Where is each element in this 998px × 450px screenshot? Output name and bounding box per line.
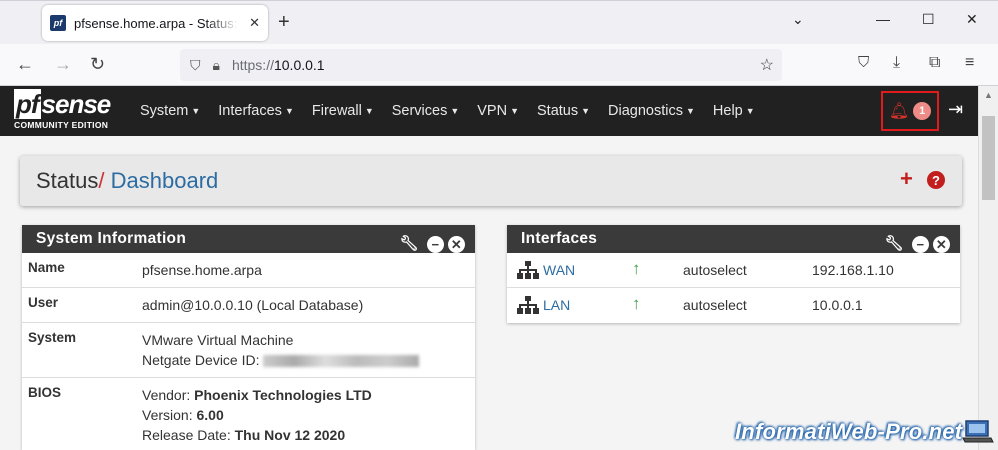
row-value: Vendor: Phoenix Technologies LTD Version… bbox=[142, 387, 372, 443]
dashboard-content: Status/ Dashboard + ? System Information… bbox=[0, 136, 978, 450]
page-scrollbar[interactable]: ▲ bbox=[978, 86, 998, 450]
caret-down-icon: ▼ bbox=[284, 106, 294, 117]
interface-link-lan[interactable]: LAN bbox=[543, 297, 570, 313]
table-row: System VMware Virtual Machine Netgate De… bbox=[22, 323, 475, 378]
interface-media: autoselect bbox=[683, 262, 747, 278]
caret-down-icon: ▼ bbox=[686, 106, 695, 117]
caret-down-icon: ▼ bbox=[581, 106, 591, 117]
table-row: BIOS Vendor: Phoenix Technologies LTD Ve… bbox=[22, 378, 475, 450]
close-widget-icon[interactable]: ✕ bbox=[933, 235, 950, 253]
row-label: BIOS bbox=[28, 385, 62, 400]
table-row: Name pfsense.home.arpa bbox=[22, 253, 475, 288]
interface-link-wan[interactable]: WAN bbox=[543, 262, 575, 278]
pfsense-navbar: pf sense COMMUNITY EDITION System ▼ Interf… bbox=[0, 86, 978, 136]
row-label: Name bbox=[28, 260, 65, 275]
system-information-widget: System Information 🔧︎ − ✕ Name pfsense.h… bbox=[22, 225, 475, 450]
close-widget-icon[interactable]: ✕ bbox=[448, 235, 465, 253]
interface-ip: 10.0.0.1 bbox=[812, 297, 863, 313]
tab-list-icon[interactable]: ⌄ bbox=[792, 11, 804, 28]
breadcrumb-separator: / bbox=[98, 168, 105, 193]
back-icon[interactable]: ← bbox=[16, 54, 34, 75]
url-bar[interactable]: ⛉ 🔒︎ https://10.0.0.1 ☆ bbox=[180, 49, 782, 81]
new-tab-icon[interactable]: + bbox=[278, 11, 290, 34]
row-label: User bbox=[28, 295, 59, 310]
menu-system[interactable]: System ▼ bbox=[140, 103, 200, 119]
row-value: pfsense.home.arpa bbox=[142, 262, 262, 278]
minimize-widget-icon[interactable]: − bbox=[427, 235, 444, 253]
watermark: InformatiWeb-Pro.net bbox=[735, 419, 963, 444]
menu-help[interactable]: Help ▼ bbox=[713, 103, 755, 119]
add-widget-icon[interactable]: + bbox=[900, 168, 913, 190]
table-row: User admin@10.0.0.10 (Local Database) bbox=[22, 288, 475, 323]
menu-status[interactable]: Status ▼ bbox=[537, 103, 590, 119]
menu-icon[interactable]: ≡ bbox=[965, 54, 974, 72]
logout-icon[interactable]: ⇥ bbox=[948, 99, 963, 120]
star-icon[interactable]: ☆ bbox=[760, 55, 774, 75]
scroll-thumb[interactable] bbox=[982, 116, 995, 200]
caret-down-icon: ▼ bbox=[745, 106, 755, 117]
scroll-up-icon[interactable]: ▲ bbox=[984, 90, 993, 100]
main-menu: System ▼ Interfaces ▼ Firewall ▼ Services ▼ … bbox=[140, 86, 773, 136]
table-row: WAN ↑ autoselect 192.168.1.10 bbox=[507, 253, 960, 288]
extensions-icon[interactable]: ⧉ bbox=[929, 54, 940, 72]
caret-down-icon: ▼ bbox=[510, 106, 520, 117]
tab-title: pfsense.home.arpa - Status: Dashboard bbox=[74, 15, 239, 31]
reload-icon[interactable]: ↻ bbox=[90, 54, 105, 75]
row-value: VMware Virtual Machine Netgate Device ID… bbox=[142, 330, 420, 370]
interface-ip: 192.168.1.10 bbox=[812, 262, 894, 278]
download-icon[interactable]: ⤓ bbox=[893, 54, 900, 72]
menu-interfaces[interactable]: Interfaces ▼ bbox=[218, 103, 294, 119]
minimize-icon[interactable]: — bbox=[876, 11, 890, 27]
lock-icon[interactable]: 🔒︎ bbox=[213, 57, 220, 74]
menu-vpn[interactable]: VPN ▼ bbox=[477, 103, 519, 119]
menu-firewall[interactable]: Firewall ▼ bbox=[312, 103, 374, 119]
tab-close-icon[interactable]: ✕ bbox=[249, 15, 260, 31]
interface-media: autoselect bbox=[683, 297, 747, 313]
breadcrumb-page[interactable]: Dashboard bbox=[111, 168, 219, 193]
browser-nav-bar: ← → ↻ ⛉ 🔒︎ https://10.0.0.1 ☆ ⛉ ⤓ ⧉ ≡ bbox=[0, 44, 998, 86]
laptop-icon bbox=[962, 420, 994, 443]
breadcrumb: Status/ Dashboard + ? bbox=[20, 156, 962, 206]
pfsense-logo[interactable]: pf sense COMMUNITY EDITION bbox=[14, 89, 124, 134]
url-protocol: https:// bbox=[231, 57, 274, 73]
menu-services[interactable]: Services ▼ bbox=[392, 103, 460, 119]
shield-icon[interactable]: ⛉ bbox=[190, 57, 201, 74]
caret-down-icon: ▼ bbox=[450, 106, 460, 117]
widget-title: Interfaces bbox=[521, 230, 598, 247]
logo-subtitle: COMMUNITY EDITION bbox=[14, 120, 109, 130]
arrow-up-icon: ↑ bbox=[632, 259, 641, 278]
wrench-icon[interactable]: 🔧︎ bbox=[400, 230, 419, 258]
close-icon[interactable]: ✕ bbox=[966, 11, 978, 28]
network-icon bbox=[517, 261, 539, 279]
menu-diagnostics[interactable]: Diagnostics ▼ bbox=[608, 103, 695, 119]
network-icon bbox=[517, 296, 539, 314]
maximize-icon[interactable]: ☐ bbox=[922, 11, 935, 28]
minimize-widget-icon[interactable]: − bbox=[912, 235, 929, 253]
widget-title: System Information bbox=[36, 230, 187, 247]
row-value: admin@10.0.0.10 (Local Database) bbox=[142, 297, 364, 313]
alert-count-badge: 1 bbox=[913, 102, 932, 120]
pfsense-favicon-icon: pf bbox=[50, 15, 66, 31]
redacted-device-id bbox=[263, 355, 420, 368]
interfaces-widget: Interfaces 🔧︎ − ✕ WAN ↑ autoselect 192.1… bbox=[507, 225, 960, 323]
forward-icon[interactable]: → bbox=[54, 54, 72, 75]
caret-down-icon: ▼ bbox=[191, 106, 201, 117]
browser-tab[interactable]: pf pfsense.home.arpa - Status: Dashboard… bbox=[42, 5, 268, 41]
bell-icon: 🔔︎ bbox=[888, 103, 910, 120]
breadcrumb-section[interactable]: Status bbox=[36, 168, 98, 193]
table-row: LAN ↑ autoselect 10.0.0.1 bbox=[507, 288, 960, 323]
pocket-icon[interactable]: ⛉ bbox=[858, 54, 869, 71]
alerts-button[interactable]: 🔔︎ 1 bbox=[881, 91, 939, 131]
help-icon[interactable]: ? bbox=[927, 171, 945, 189]
browser-tab-bar: pf pfsense.home.arpa - Status: Dashboard… bbox=[0, 0, 998, 44]
row-label: System bbox=[28, 330, 77, 345]
arrow-up-icon: ↑ bbox=[632, 294, 641, 313]
caret-down-icon: ▼ bbox=[364, 106, 374, 117]
url-host: 10.0.0.1 bbox=[273, 57, 325, 73]
